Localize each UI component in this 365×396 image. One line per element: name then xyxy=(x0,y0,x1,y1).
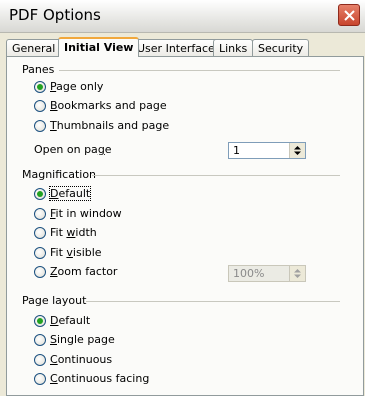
title-bar: PDF Options xyxy=(0,0,365,33)
radio-button xyxy=(34,227,46,239)
tab-general[interactable]: General xyxy=(6,39,62,56)
tab-security[interactable]: Security xyxy=(252,39,310,56)
magnification-group-label: Magnification xyxy=(22,168,97,181)
spin-arrows-icon xyxy=(294,269,301,278)
radio-button xyxy=(34,81,46,93)
radio-button xyxy=(34,373,46,385)
open-on-page-spinner[interactable]: 1 xyxy=(228,142,306,159)
radio-button xyxy=(34,266,46,278)
close-button[interactable] xyxy=(338,4,360,26)
radio-button xyxy=(34,208,46,220)
spin-buttons[interactable] xyxy=(289,143,305,158)
radio-button xyxy=(34,315,46,327)
close-icon xyxy=(344,10,355,21)
radio-button xyxy=(34,120,46,132)
spin-arrows-icon xyxy=(294,146,301,155)
panes-group-label: Panes xyxy=(22,63,55,76)
radio-button xyxy=(34,334,46,346)
zoom-factor-spinner[interactable]: 100% xyxy=(228,265,306,282)
zoom-factor-value: 100% xyxy=(233,267,265,280)
radio-button xyxy=(34,354,46,366)
open-on-page-value: 1 xyxy=(233,144,240,157)
magnification-divider xyxy=(92,175,340,176)
page-layout-divider xyxy=(86,301,340,302)
radio-button xyxy=(34,247,46,259)
open-on-page-label: Open on page xyxy=(34,143,112,156)
radio-button xyxy=(34,100,46,112)
tab-initial-view[interactable]: Initial View xyxy=(58,37,140,57)
window-title: PDF Options xyxy=(9,6,101,24)
tab-links[interactable]: Links xyxy=(213,39,254,56)
spin-buttons[interactable] xyxy=(289,266,305,281)
page-layout-group-label: Page layout xyxy=(22,294,87,307)
tab-user-interface[interactable]: User Interface xyxy=(131,39,221,56)
radio-button xyxy=(34,188,46,200)
panes-divider xyxy=(59,70,340,71)
